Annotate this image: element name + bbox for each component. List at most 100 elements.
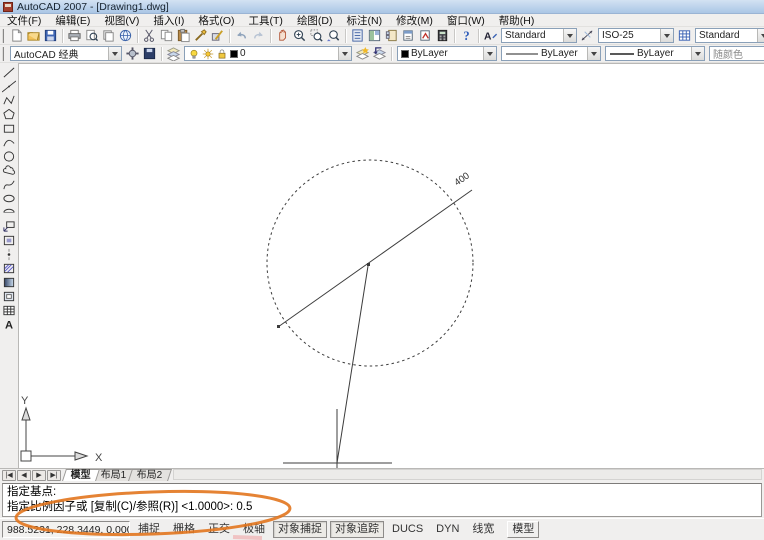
drawing-canvas[interactable]: 400 Y X <box>19 63 764 468</box>
status-toggle-ortho[interactable]: 正交 <box>203 521 235 538</box>
construction-line-icon[interactable] <box>1 79 18 93</box>
center-to-base-line-entity[interactable] <box>337 266 368 463</box>
sheetset-manager-icon[interactable] <box>400 28 417 44</box>
revision-cloud-icon[interactable] <box>1 163 18 177</box>
tab-last-button[interactable]: ▶| <box>47 470 61 481</box>
toolbar-grip[interactable] <box>2 47 6 61</box>
paste-icon[interactable] <box>175 28 192 44</box>
dimension-label[interactable]: 400 <box>452 170 471 188</box>
chevron-down-icon[interactable] <box>587 47 600 60</box>
horizontal-scrollbar[interactable] <box>173 469 762 480</box>
polyline-icon[interactable] <box>1 93 18 107</box>
designcenter-icon[interactable] <box>366 28 383 44</box>
model-space-button[interactable]: 模型 <box>507 521 539 538</box>
tab-layout2[interactable]: 布局2 <box>128 469 171 481</box>
plot-style-combo[interactable]: 随颜色 <box>709 46 764 61</box>
open-icon[interactable] <box>25 28 42 44</box>
chevron-down-icon[interactable] <box>108 47 121 60</box>
plot-preview-icon[interactable] <box>83 28 100 44</box>
status-toggle-lwt[interactable]: 线宽 <box>467 521 499 538</box>
tab-model[interactable]: 模型 <box>62 469 100 481</box>
status-toggle-polar[interactable]: 极轴 <box>238 521 270 538</box>
tab-prev-button[interactable]: ◀ <box>17 470 31 481</box>
menu-view[interactable]: 视图(V) <box>97 13 146 28</box>
zoom-window-icon[interactable] <box>308 28 325 44</box>
match-properties-icon[interactable] <box>192 28 209 44</box>
publish-icon[interactable] <box>100 28 117 44</box>
quickcalc-icon[interactable] <box>434 28 451 44</box>
status-toggle-ducs[interactable]: DUCS <box>387 521 428 538</box>
markupset-manager-icon[interactable] <box>417 28 434 44</box>
workspace-settings-icon[interactable] <box>124 46 141 62</box>
zoom-realtime-icon[interactable] <box>291 28 308 44</box>
coordinate-display[interactable]: 988.5231, 228.3449, 0.0000 <box>2 521 130 538</box>
save-icon[interactable] <box>42 28 59 44</box>
layer-combo[interactable]: 0 <box>184 46 352 61</box>
tool-palettes-icon[interactable] <box>383 28 400 44</box>
text-style-combo[interactable]: Standard <box>501 28 577 43</box>
layer-properties-icon[interactable] <box>165 46 182 62</box>
make-object-layer-current-icon[interactable] <box>354 46 371 62</box>
zoom-previous-icon[interactable] <box>325 28 342 44</box>
copy-icon[interactable] <box>158 28 175 44</box>
status-toggle-snap[interactable]: 捕捉 <box>133 521 165 538</box>
menu-help[interactable]: 帮助(H) <box>492 13 542 28</box>
block-editor-icon[interactable] <box>209 28 226 44</box>
color-combo[interactable]: ByLayer <box>397 46 497 61</box>
point-icon[interactable] <box>1 247 18 261</box>
menu-edit[interactable]: 编辑(E) <box>48 13 97 28</box>
cut-icon[interactable] <box>141 28 158 44</box>
arc-icon[interactable] <box>1 135 18 149</box>
menu-format[interactable]: 格式(O) <box>191 13 241 28</box>
diagonal-line-entity[interactable] <box>278 190 472 327</box>
chevron-down-icon[interactable] <box>757 29 764 42</box>
status-toggle-grid[interactable]: 栅格 <box>168 521 200 538</box>
dim-style-combo[interactable]: ISO-25 <box>598 28 674 43</box>
chevron-down-icon[interactable] <box>660 29 673 42</box>
layer-previous-icon[interactable] <box>371 46 388 62</box>
spline-icon[interactable] <box>1 177 18 191</box>
table-icon[interactable] <box>1 303 18 317</box>
menu-file[interactable]: 文件(F) <box>0 13 48 28</box>
linetype-combo[interactable]: ByLayer <box>501 46 601 61</box>
chevron-down-icon[interactable] <box>691 47 704 60</box>
lineweight-combo[interactable]: ByLayer <box>605 46 705 61</box>
plot-icon[interactable] <box>66 28 83 44</box>
status-toggle-osnap[interactable]: 对象捕捉 <box>273 521 327 538</box>
hatch-icon[interactable] <box>1 261 18 275</box>
chevron-down-icon[interactable] <box>563 29 576 42</box>
insert-block-icon[interactable] <box>1 219 18 233</box>
mtext-icon[interactable]: A <box>1 317 18 331</box>
menu-modify[interactable]: 修改(M) <box>389 13 440 28</box>
lightbulb-icon[interactable] <box>188 48 200 60</box>
line-icon[interactable] <box>1 65 18 79</box>
lock-icon[interactable] <box>216 48 228 60</box>
region-icon[interactable] <box>1 289 18 303</box>
command-text-area[interactable]: 指定基点: 指定比例因子或 [复制(C)/参照(R)] <1.0000>: 0.… <box>2 483 762 517</box>
chevron-down-icon[interactable] <box>338 47 351 60</box>
menu-window[interactable]: 窗口(W) <box>440 13 492 28</box>
save-workspace-icon[interactable] <box>141 46 158 62</box>
pan-icon[interactable] <box>274 28 291 44</box>
menu-draw[interactable]: 绘图(D) <box>290 13 340 28</box>
toolbar-grip[interactable] <box>2 29 6 43</box>
menu-dimension[interactable]: 标注(N) <box>340 13 390 28</box>
web-icon[interactable] <box>117 28 134 44</box>
redo-icon[interactable] <box>250 28 267 44</box>
rectangle-icon[interactable] <box>1 121 18 135</box>
tab-first-button[interactable]: |◀ <box>2 470 16 481</box>
workspace-combo[interactable]: AutoCAD 经典 <box>10 46 122 61</box>
properties-icon[interactable] <box>349 28 366 44</box>
make-block-icon[interactable] <box>1 233 18 247</box>
menu-insert[interactable]: 插入(I) <box>146 13 191 28</box>
ellipse-icon[interactable] <box>1 191 18 205</box>
chevron-down-icon[interactable] <box>483 47 496 60</box>
help-icon[interactable]: ? <box>458 28 475 44</box>
sun-freeze-icon[interactable] <box>202 48 214 60</box>
gradient-icon[interactable] <box>1 275 18 289</box>
tab-next-button[interactable]: ▶ <box>32 470 46 481</box>
undo-icon[interactable] <box>233 28 250 44</box>
new-icon[interactable] <box>8 28 25 44</box>
status-toggle-dyn[interactable]: DYN <box>431 521 464 538</box>
polygon-icon[interactable] <box>1 107 18 121</box>
